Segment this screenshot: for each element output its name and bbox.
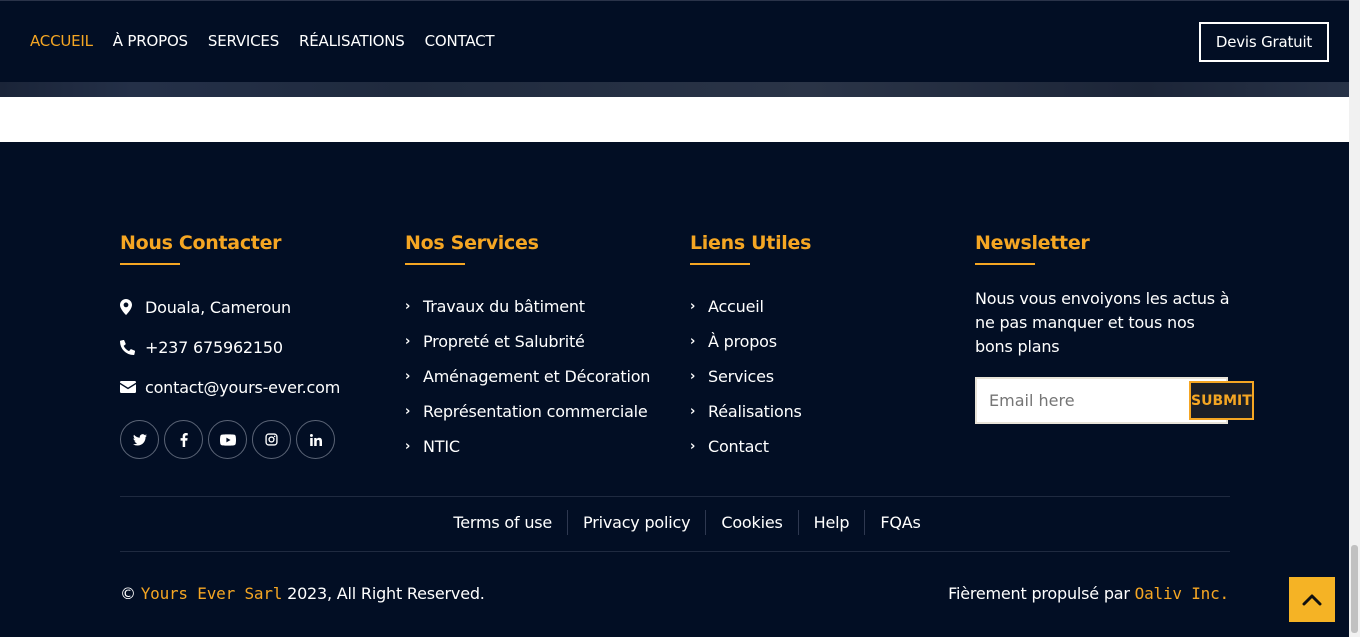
useful-link-label: Contact <box>708 437 769 456</box>
newsletter-heading: Newsletter <box>975 232 1090 254</box>
service-link-label: Travaux du bâtiment <box>423 297 585 316</box>
help-link[interactable]: Help <box>799 510 866 535</box>
privacy-link[interactable]: Privacy policy <box>568 510 707 535</box>
service-link-label: Propreté et Salubrité <box>423 332 585 351</box>
scrollbar-thumb[interactable] <box>1351 545 1358 633</box>
useful-link[interactable]: › Réalisations <box>690 394 811 429</box>
service-link[interactable]: › Propreté et Salubrité <box>405 324 650 359</box>
useful-link-label: Accueil <box>708 297 764 316</box>
service-link[interactable]: › NTIC <box>405 429 650 464</box>
map-marker-icon <box>120 299 145 315</box>
heading-underline <box>120 263 180 265</box>
cookies-link[interactable]: Cookies <box>706 510 799 535</box>
heading-underline <box>690 263 750 265</box>
back-to-top-button[interactable] <box>1289 577 1335 622</box>
copyright-text: 2023, All Right Reserved. <box>287 584 485 603</box>
address-item: Douala, Cameroun <box>120 287 340 327</box>
powered-by-text: Fièrement propulsé par <box>948 584 1130 603</box>
chevron-right-icon: › <box>405 404 411 419</box>
footer-links-column: Liens Utiles › Accueil › À propos › Service… <box>690 232 811 464</box>
nav-item-accueil[interactable]: ACCUEIL <box>30 32 93 50</box>
useful-link-label: Réalisations <box>708 402 802 421</box>
services-heading: Nos Services <box>405 232 539 254</box>
footer-newsletter-column: Newsletter Nous vous envoiyons les actus… <box>975 232 1254 424</box>
address-text: Douala, Cameroun <box>145 297 291 317</box>
phone-icon <box>120 339 145 355</box>
page-scrollbar[interactable] <box>1349 0 1360 637</box>
newsletter-description: Nous vous envoiyons les actus à ne pas m… <box>975 289 1230 356</box>
site-footer: Nous Contacter Douala, Cameroun +237 675… <box>0 142 1349 637</box>
envelope-icon <box>120 381 145 393</box>
service-link-label: NTIC <box>423 437 460 456</box>
footer-services-column: Nos Services › Travaux du bâtiment › Propr… <box>405 232 650 464</box>
chevron-right-icon: › <box>690 299 696 314</box>
agency-link[interactable]: Oaliv Inc. <box>1135 584 1230 603</box>
newsletter-form: SUBMIT <box>975 377 1254 424</box>
phone-text[interactable]: +237 675962150 <box>145 338 283 357</box>
copyright-symbol: © <box>120 584 136 603</box>
service-link[interactable]: › Travaux du bâtiment <box>405 289 650 324</box>
youtube-icon[interactable] <box>208 420 247 459</box>
email-item: contact@yours-ever.com <box>120 367 340 407</box>
chevron-right-icon: › <box>405 369 411 384</box>
hero-image-strip <box>0 82 1349 97</box>
faqs-link[interactable]: FQAs <box>865 510 935 535</box>
footer-divider <box>120 496 1230 497</box>
linkedin-icon[interactable] <box>296 420 335 459</box>
powered-by: Fièrement propulsé par Oaliv Inc. <box>948 584 1229 603</box>
top-navbar: ACCUEIL À PROPOS SERVICES RÉALISATIONS C… <box>0 0 1349 82</box>
footer-contact-column: Nous Contacter Douala, Cameroun +237 675… <box>120 232 340 459</box>
nav-item-a-propos[interactable]: À PROPOS <box>113 32 188 50</box>
chevron-up-icon <box>1302 594 1322 605</box>
chevron-right-icon: › <box>690 334 696 349</box>
nav-item-realisations[interactable]: RÉALISATIONS <box>299 32 405 50</box>
company-link[interactable]: Yours Ever Sarl <box>141 584 283 603</box>
service-link[interactable]: › Aménagement et Décoration <box>405 359 650 394</box>
service-link-label: Aménagement et Décoration <box>423 367 651 386</box>
email-text[interactable]: contact@yours-ever.com <box>145 378 340 397</box>
terms-link[interactable]: Terms of use <box>438 510 569 535</box>
chevron-right-icon: › <box>690 404 696 419</box>
chevron-right-icon: › <box>405 439 411 454</box>
chevron-right-icon: › <box>690 439 696 454</box>
phone-item: +237 675962150 <box>120 327 340 367</box>
heading-underline <box>975 263 1035 265</box>
service-link-label: Représentation commerciale <box>423 402 648 421</box>
footer-divider <box>120 551 1230 552</box>
useful-link[interactable]: › Accueil <box>690 289 811 324</box>
chevron-right-icon: › <box>405 334 411 349</box>
newsletter-email-input[interactable] <box>977 391 1189 410</box>
main-menu: ACCUEIL À PROPOS SERVICES RÉALISATIONS C… <box>30 32 514 50</box>
facebook-icon[interactable] <box>164 420 203 459</box>
service-link[interactable]: › Représentation commerciale <box>405 394 650 429</box>
useful-link-label: À propos <box>708 332 777 351</box>
useful-link[interactable]: › À propos <box>690 324 811 359</box>
nav-item-contact[interactable]: CONTACT <box>425 32 495 50</box>
twitter-icon[interactable] <box>120 420 159 459</box>
social-links <box>120 420 340 459</box>
newsletter-submit-button[interactable]: SUBMIT <box>1189 381 1254 420</box>
nav-item-services[interactable]: SERVICES <box>208 32 279 50</box>
footer-bottom-links: Terms of use Privacy policy Cookies Help… <box>0 510 1349 535</box>
chevron-right-icon: › <box>405 299 411 314</box>
copyright: © Yours Ever Sarl 2023, All Right Reserv… <box>120 584 485 603</box>
chevron-right-icon: › <box>690 369 696 384</box>
contact-heading: Nous Contacter <box>120 232 282 254</box>
heading-underline <box>405 263 465 265</box>
useful-link[interactable]: › Contact <box>690 429 811 464</box>
devis-gratuit-button[interactable]: Devis Gratuit <box>1199 22 1329 62</box>
content-gap <box>0 97 1349 142</box>
useful-link[interactable]: › Services <box>690 359 811 394</box>
useful-link-label: Services <box>708 367 774 386</box>
instagram-icon[interactable] <box>252 420 291 459</box>
links-heading: Liens Utiles <box>690 232 812 254</box>
